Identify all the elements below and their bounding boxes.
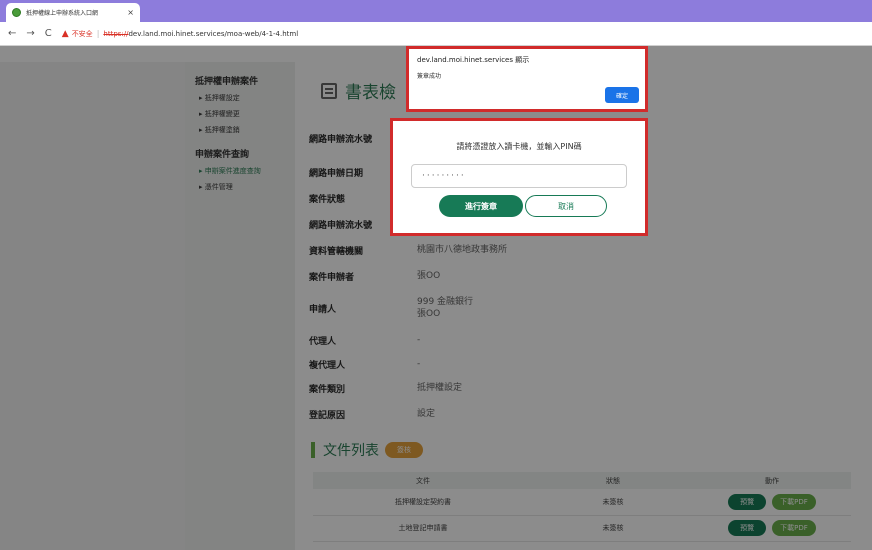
browser-toolbar: ← → C ▲ 不安全 | https:// dev.land.moi.hine… <box>0 22 872 46</box>
browser-tab-bar: 抵押權線上申辦系統入口網 × <box>0 0 872 22</box>
pin-dialog: 請將憑證放入讀卡機，並輸入PIN碼 ········· 進行簽章 取消 <box>390 118 648 236</box>
back-icon[interactable]: ← <box>8 28 16 39</box>
url-separator: | <box>96 29 100 38</box>
pin-input[interactable]: ········· <box>411 164 627 188</box>
cancel-button[interactable]: 取消 <box>525 195 607 217</box>
forward-icon[interactable]: → <box>26 28 34 39</box>
browser-tab[interactable]: 抵押權線上申辦系統入口網 × <box>6 3 140 22</box>
url-scheme[interactable]: https:// <box>103 30 128 38</box>
pin-prompt: 請將憑證放入讀卡機，並輸入PIN碼 <box>456 142 582 151</box>
sign-button[interactable]: 進行簽章 <box>439 195 523 217</box>
warning-icon[interactable]: ▲ <box>62 29 69 39</box>
alert-host: dev.land.moi.hinet.services 顯示 <box>417 56 530 64</box>
reload-icon[interactable]: C <box>45 28 52 39</box>
tab-title: 抵押權線上申辦系統入口網 <box>26 10 99 17</box>
alert-message: 簽章成功 <box>417 73 442 80</box>
address-bar-url[interactable]: dev.land.moi.hinet.services/moa-web/4-1-… <box>128 30 298 38</box>
security-status[interactable]: 不安全 <box>72 29 93 39</box>
site-favicon-icon <box>12 8 21 17</box>
browser-alert-dialog: dev.land.moi.hinet.services 顯示 簽章成功 確定 <box>406 46 648 112</box>
alert-ok-button[interactable]: 確定 <box>605 87 639 103</box>
tab-close-icon[interactable]: × <box>127 8 134 17</box>
